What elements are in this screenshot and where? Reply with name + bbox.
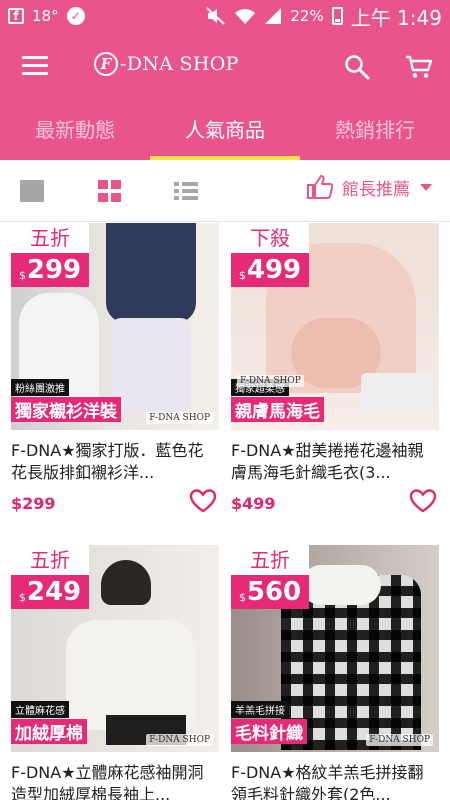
menu-icon[interactable] [22, 56, 48, 76]
mute-icon [206, 7, 226, 25]
caption-big: 加絨厚棉 [11, 719, 87, 744]
product-image[interactable]: 五折 $ 299 粉絲團激推 獨家襯衫洋裝 F-DNA SHOP [11, 223, 219, 430]
view-toolbar: 館長推薦 [0, 160, 450, 222]
grid-view-icon[interactable] [98, 180, 122, 202]
thumbs-up-icon [307, 175, 334, 199]
badge-label: 五折 [11, 545, 89, 575]
badge-price: 499 [246, 255, 302, 285]
check-notification-icon: ✓ [66, 7, 85, 25]
logo-badge: F [94, 52, 118, 76]
clock: 上午 1:49 [350, 5, 442, 30]
product-title[interactable]: F-DNA★格紋羊羔毛拼接翻領毛料針織外套(2色... [231, 762, 439, 800]
badge-currency: $ [238, 268, 246, 282]
caption-small: 羊羔毛拼接 [231, 701, 289, 718]
sort-dropdown[interactable]: 館長推薦 [306, 174, 432, 200]
badge-price: 560 [246, 577, 302, 607]
watermark: F-DNA SHOP [366, 734, 433, 746]
badge-currency: $ [18, 268, 26, 282]
tab-bestseller[interactable]: 熱銷排行 [300, 100, 450, 160]
sort-label: 館長推薦 [342, 179, 410, 200]
shop-logo[interactable]: F -DNA SHOP [94, 52, 239, 76]
caption-big: 毛料針織 [231, 719, 307, 744]
product-card[interactable]: 五折 $ 299 粉絲團激推 獨家襯衫洋裝 F-DNA SHOP F-DNA★獨… [11, 223, 219, 520]
image-caption: 粉絲團激推 獨家襯衫洋裝 [11, 377, 121, 422]
product-price: $299 [11, 494, 56, 513]
caption-big: 親膚馬海毛 [231, 397, 324, 422]
chevron-down-icon [420, 183, 432, 191]
product-card[interactable]: 下殺 $ 499 獨家超柔感 親膚馬海毛 F-DNA SHOP F-DNA★甜美… [231, 223, 439, 520]
badge-price: 299 [26, 255, 82, 285]
facebook-notification-icon: f [8, 8, 24, 24]
status-bar: f 18° ✓ 22% 上午 1:49 [0, 0, 450, 32]
heart-icon[interactable] [409, 488, 437, 514]
badge-price: 249 [26, 577, 82, 607]
temperature: 18° [32, 7, 59, 25]
logo-text: -DNA SHOP [120, 53, 239, 75]
battery-icon [331, 7, 343, 25]
tab-popular[interactable]: 人氣商品 [150, 100, 300, 160]
category-tabs: 最新動態 人氣商品 熱銷排行 [0, 100, 450, 160]
heart-icon[interactable] [189, 488, 217, 514]
badge-currency: $ [238, 590, 246, 604]
tab-latest[interactable]: 最新動態 [0, 100, 150, 160]
caption-big: 獨家襯衫洋裝 [11, 397, 121, 422]
product-image[interactable]: 下殺 $ 499 獨家超柔感 親膚馬海毛 F-DNA SHOP [231, 223, 439, 430]
discount-badge: 下殺 $ 499 [231, 223, 309, 287]
product-price: $499 [231, 494, 276, 513]
discount-badge: 五折 $ 560 [231, 545, 309, 609]
product-title[interactable]: F-DNA★獨家打版．藍色花花長版排釦襯衫洋... [11, 440, 219, 484]
badge-label: 五折 [11, 223, 89, 253]
image-caption: 羊羔毛拼接 毛料針織 [231, 699, 307, 744]
signal-icon [265, 8, 282, 24]
caption-small: 立體麻花感 [11, 701, 69, 718]
search-icon[interactable] [344, 54, 370, 80]
product-card[interactable]: 五折 $ 249 立體麻花感 加絨厚棉 F-DNA SHOP F-DNA★立體麻… [11, 545, 219, 800]
badge-currency: $ [18, 590, 26, 604]
watermark: F-DNA SHOP [146, 412, 213, 424]
discount-badge: 五折 $ 299 [11, 223, 89, 287]
product-title[interactable]: F-DNA★甜美捲捲花邊袖親膚馬海毛針織毛衣(3... [231, 440, 439, 484]
image-caption: 立體麻花感 加絨厚棉 [11, 699, 87, 744]
product-card[interactable]: 五折 $ 560 羊羔毛拼接 毛料針織 F-DNA SHOP F-DNA★格紋羊… [231, 545, 439, 800]
wifi-icon [235, 9, 256, 24]
app-bar: F -DNA SHOP [0, 32, 450, 100]
product-title[interactable]: F-DNA★立體麻花感袖開洞造型加絨厚棉長袖上... [11, 762, 219, 800]
watermark: F-DNA SHOP [237, 375, 304, 387]
watermark: F-DNA SHOP [146, 734, 213, 746]
cart-icon[interactable] [405, 54, 433, 80]
list-view-icon[interactable] [174, 180, 198, 202]
single-view-icon[interactable] [20, 180, 44, 202]
battery-percent: 22% [290, 7, 324, 25]
product-image[interactable]: 五折 $ 249 立體麻花感 加絨厚棉 F-DNA SHOP [11, 545, 219, 752]
discount-badge: 五折 $ 249 [11, 545, 89, 609]
product-image[interactable]: 五折 $ 560 羊羔毛拼接 毛料針織 F-DNA SHOP [231, 545, 439, 752]
badge-label: 五折 [231, 545, 309, 575]
badge-label: 下殺 [231, 223, 309, 253]
product-grid: 五折 $ 299 粉絲團激推 獨家襯衫洋裝 F-DNA SHOP F-DNA★獨… [0, 223, 450, 800]
caption-small: 粉絲團激推 [11, 379, 69, 396]
